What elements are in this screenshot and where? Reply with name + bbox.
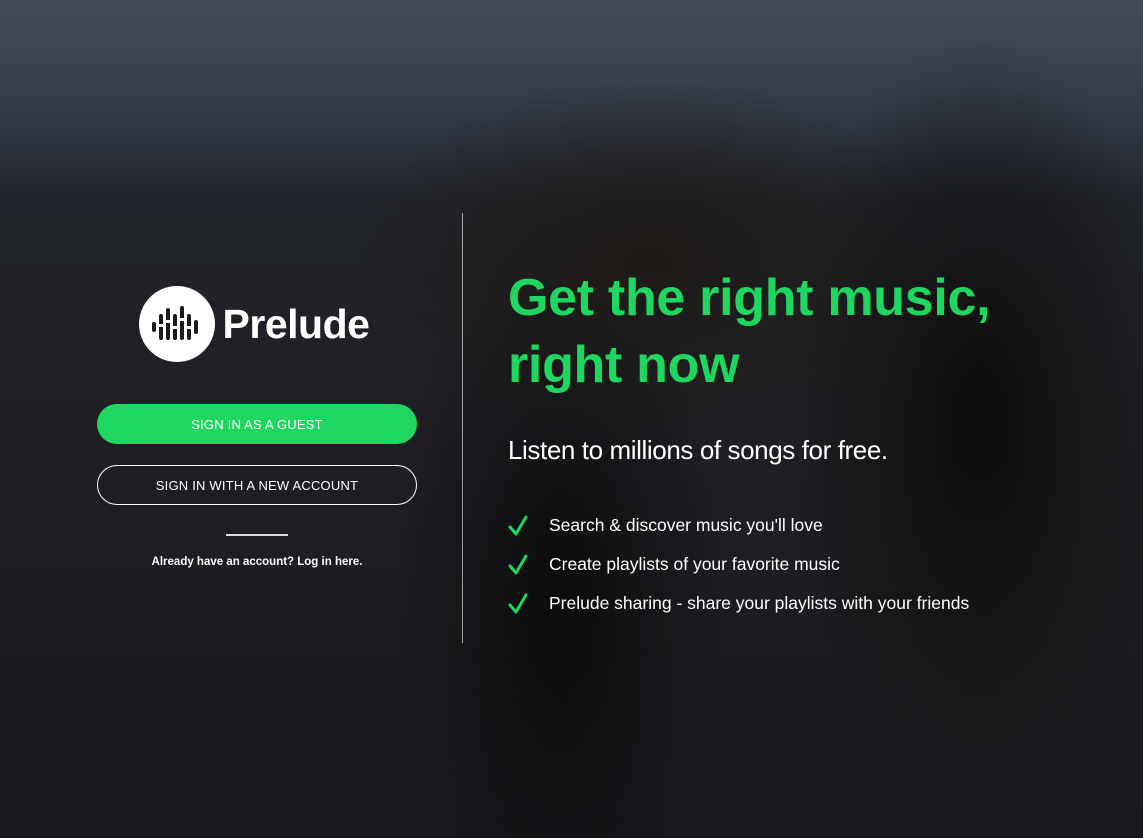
login-link[interactable]: Already have an account? Log in here.	[96, 556, 418, 568]
feature-item: Prelude sharing - share your playlists w…	[508, 584, 1128, 623]
check-icon	[508, 515, 528, 535]
sign-in-new-account-button[interactable]: SIGN IN WITH A NEW ACCOUNT	[97, 465, 417, 505]
check-icon	[508, 554, 528, 574]
headline-line-2: right now	[508, 336, 740, 394]
headline: Get the right music, right now	[508, 265, 1128, 399]
feature-item: Search & discover music you'll love	[508, 506, 1128, 545]
feature-label: Search & discover music you'll love	[549, 515, 823, 535]
sign-in-guest-button[interactable]: SIGN IN AS A GUEST	[97, 404, 417, 444]
vertical-divider	[462, 213, 463, 643]
feature-label: Create playlists of your favorite music	[549, 554, 840, 574]
brand-name: Prelude	[222, 300, 370, 347]
headline-line-1: Get the right music,	[508, 269, 991, 327]
check-icon	[508, 593, 528, 613]
equalizer-logo-icon	[138, 286, 215, 362]
feature-list: Search & discover music you'll love Crea…	[508, 506, 1128, 623]
brand-logo: Prelude	[90, 285, 418, 363]
hero-panel: Get the right music, right now Listen to…	[508, 265, 1128, 623]
feature-item: Create playlists of your favorite music	[508, 545, 1128, 584]
auth-panel: Prelude SIGN IN AS A GUEST SIGN IN WITH …	[96, 285, 418, 568]
divider	[226, 534, 288, 536]
subheadline: Listen to millions of songs for free.	[508, 435, 888, 465]
feature-label: Prelude sharing - share your playlists w…	[549, 593, 970, 613]
